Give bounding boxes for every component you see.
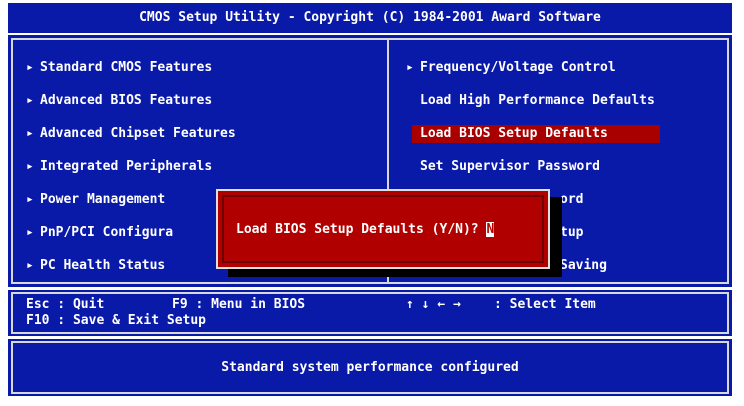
dialog-prompt: Load BIOS Setup Defaults (Y/N)? N [236, 222, 495, 237]
confirm-dialog: Load BIOS Setup Defaults (Y/N)? N [216, 189, 550, 269]
help-f10: F10 : Save & Exit Setup [26, 313, 207, 328]
menu-item-load-high-performance[interactable]: Load High Performance Defaults [420, 92, 655, 110]
submenu-arrow-icon: ▸ [26, 93, 34, 108]
menu-item-power-management[interactable]: ▸ Power Management [26, 191, 165, 209]
title-bar: CMOS Setup Utility - Copyright (C) 1984-… [8, 3, 732, 33]
help-panel: Esc : Quit F9 : Menu in BIOS ↑ ↓ ← → : S… [8, 290, 732, 336]
submenu-arrow-icon: ▸ [26, 159, 34, 174]
menu-item-user-password[interactable]: ord [560, 191, 583, 209]
menu-item-integrated-peripherals[interactable]: ▸ Integrated Peripherals [26, 158, 212, 176]
menu-item-supervisor-password[interactable]: Set Supervisor Password [420, 158, 600, 176]
menu-item-advanced-bios[interactable]: ▸ Advanced BIOS Features [26, 92, 212, 110]
status-panel: Standard system performance configured [8, 339, 732, 396]
submenu-arrow-icon: ▸ [406, 60, 414, 75]
menu-item-save-exit[interactable]: tup [560, 224, 583, 242]
menu-item-pnp-pci[interactable]: ▸ PnP/PCI Configura [26, 224, 173, 242]
menu-item-advanced-chipset[interactable]: ▸ Advanced Chipset Features [26, 125, 236, 143]
submenu-arrow-icon: ▸ [26, 225, 34, 240]
help-arrow-keys: ↑ ↓ ← → [406, 297, 461, 312]
menu-item-pc-health[interactable]: ▸ PC Health Status [26, 257, 165, 275]
bios-screen: CMOS Setup Utility - Copyright (C) 1984-… [0, 0, 744, 406]
submenu-arrow-icon: ▸ [26, 126, 34, 141]
help-select: : Select Item [494, 297, 596, 312]
menu-item-standard-cmos[interactable]: ▸ Standard CMOS Features [26, 59, 212, 77]
submenu-arrow-icon: ▸ [26, 60, 34, 75]
status-line: Standard system performance configured [221, 360, 519, 375]
submenu-arrow-icon: ▸ [26, 258, 34, 273]
menu-item-frequency-voltage[interactable]: ▸ Frequency/Voltage Control [406, 59, 616, 77]
dialog-input[interactable]: N [486, 222, 495, 237]
submenu-arrow-icon: ▸ [26, 192, 34, 207]
menu-item-exit-without-saving[interactable]: Saving [560, 257, 607, 275]
menu-item-load-bios-defaults[interactable]: Load BIOS Setup Defaults [412, 125, 660, 143]
